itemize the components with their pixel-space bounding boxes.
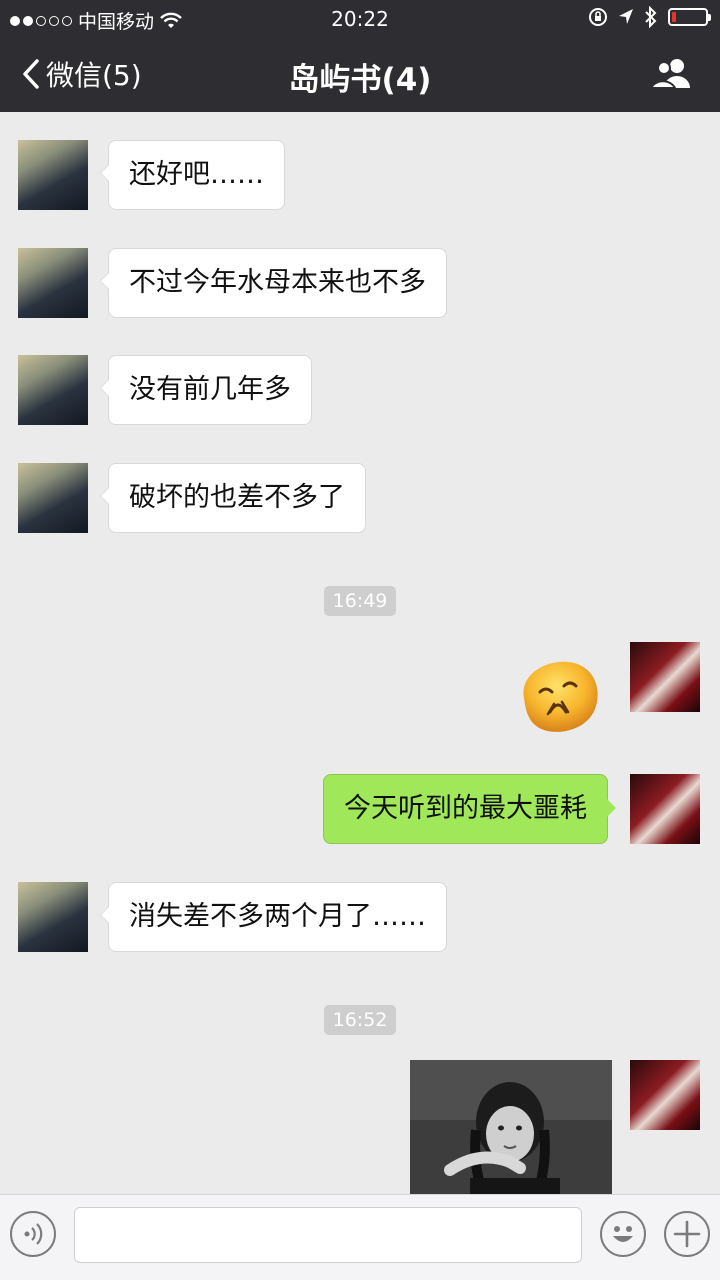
timestamp: 16:49 <box>0 586 720 616</box>
avatar[interactable] <box>18 248 88 318</box>
location-icon <box>619 9 633 24</box>
message-bubble[interactable]: 不过今年水母本来也不多 <box>100 248 447 318</box>
chevron-left-icon <box>23 59 39 89</box>
chat-title: 岛屿书(4) <box>288 62 432 98</box>
avatar[interactable] <box>630 1060 700 1130</box>
message-row: 破坏的也差不多了 <box>0 463 720 533</box>
message-row <box>0 1060 720 1194</box>
message-row: 还好吧…… <box>0 140 720 210</box>
message-bubble[interactable]: 消失差不多两个月了…… <box>100 882 447 952</box>
avatar[interactable] <box>18 882 88 952</box>
plus-icon <box>673 1220 701 1248</box>
emoji-picker-icon <box>613 1226 633 1242</box>
message-row: 没有前几年多 <box>0 355 720 425</box>
back-label: 微信(5) <box>46 59 142 92</box>
input-bar <box>0 1194 720 1280</box>
bluetooth-icon <box>645 6 657 28</box>
crying-face-emoji[interactable] <box>516 656 602 740</box>
group-members-button[interactable] <box>649 56 692 94</box>
more-button[interactable] <box>664 1211 710 1257</box>
message-bubble[interactable]: 还好吧…… <box>100 140 285 210</box>
back-button[interactable]: 微信(5) <box>22 54 142 94</box>
emoji-button[interactable] <box>600 1211 646 1257</box>
voice-input-button[interactable] <box>10 1211 56 1257</box>
avatar[interactable] <box>18 463 88 533</box>
avatar[interactable] <box>18 140 88 210</box>
avatar[interactable] <box>630 642 700 712</box>
message-row <box>0 642 720 742</box>
message-list[interactable]: 还好吧…… 不过今年水母本来也不多 没有前几年多 破坏的也差不多了 16:49 <box>0 112 720 1194</box>
timestamp-label: 16:52 <box>323 1005 397 1035</box>
message-bubble[interactable]: 没有前几年多 <box>100 355 312 425</box>
timestamp: 16:52 <box>0 1005 720 1035</box>
timestamp-label: 16:49 <box>323 586 397 616</box>
message-input[interactable] <box>74 1207 582 1263</box>
battery-icon <box>668 8 711 26</box>
voice-input-icon <box>24 1223 43 1245</box>
message-row: 不过今年水母本来也不多 <box>0 248 720 318</box>
message-bubble[interactable]: 破坏的也差不多了 <box>100 463 366 533</box>
rotation-lock-icon <box>589 8 607 26</box>
chat-header: 微信(5) 岛屿书(4) <box>0 36 720 112</box>
message-row: 今天听到的最大噩耗 <box>0 774 720 844</box>
message-bubble[interactable]: 今天听到的最大噩耗 <box>323 774 616 844</box>
group-members-icon <box>649 59 690 89</box>
status-right <box>588 6 711 28</box>
gif-image[interactable] <box>410 1060 612 1194</box>
avatar[interactable] <box>630 774 700 844</box>
avatar[interactable] <box>18 355 88 425</box>
status-bar: 中国移动 20:22 <box>0 0 720 36</box>
message-row: 消失差不多两个月了…… <box>0 882 720 952</box>
